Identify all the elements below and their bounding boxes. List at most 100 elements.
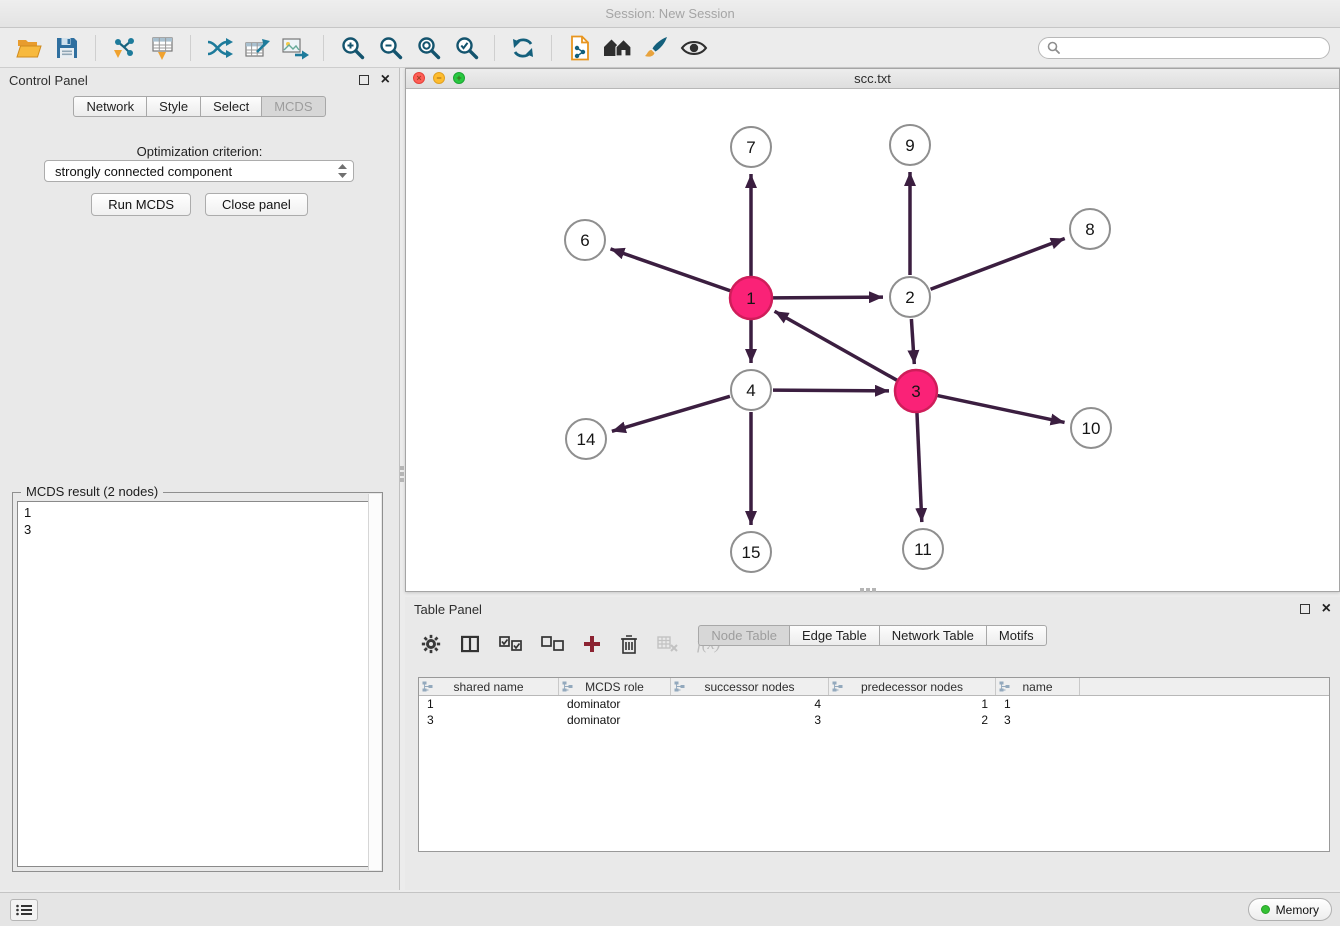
graphics-details-button[interactable] <box>564 32 596 64</box>
search-box[interactable] <box>1038 37 1330 59</box>
save-session-button[interactable] <box>51 32 83 64</box>
memory-label: Memory <box>1276 903 1319 917</box>
graph-node-3[interactable]: 3 <box>895 370 937 412</box>
mcds-buttons: Run MCDS Close panel <box>0 193 399 216</box>
new-network-button[interactable] <box>203 32 235 64</box>
mcds-result-box: MCDS result (2 nodes) 1 3 <box>12 492 383 872</box>
graph-edge-2-8[interactable] <box>931 239 1065 290</box>
window-controls: × − + <box>413 72 465 84</box>
tab-network[interactable]: Network <box>73 96 147 117</box>
network-graph[interactable]: 7 9 6 8 1 2 4 3 14 10 15 11 <box>406 89 1339 591</box>
import-network-icon <box>111 35 137 61</box>
open-folder-icon <box>16 36 42 60</box>
network-canvas[interactable]: 7 9 6 8 1 2 4 3 14 10 15 11 <box>406 89 1339 591</box>
close-panel-icon[interactable]: × <box>1322 604 1331 614</box>
network-overview-button[interactable] <box>602 32 634 64</box>
show-hide-button[interactable] <box>678 32 710 64</box>
app-titlebar: Session: New Session <box>0 0 1340 28</box>
svg-text:11: 11 <box>914 540 932 559</box>
svg-text:6: 6 <box>580 231 589 250</box>
svg-text:10: 10 <box>1082 419 1101 438</box>
svg-text:1: 1 <box>746 289 755 308</box>
graph-edge-4-14[interactable] <box>612 396 730 431</box>
import-table-button[interactable] <box>146 32 178 64</box>
search-input[interactable] <box>1065 41 1321 55</box>
optimization-dropdown[interactable]: strongly connected component <box>44 160 354 182</box>
svg-text:14: 14 <box>577 430 596 449</box>
graph-edge-3-11[interactable] <box>917 413 922 522</box>
run-mcds-button[interactable]: Run MCDS <box>91 193 191 216</box>
zoom-selected-icon <box>454 35 479 60</box>
mcds-result-title: MCDS result (2 nodes) <box>21 484 163 499</box>
zoom-in-icon <box>340 35 365 60</box>
graph-node-4[interactable]: 4 <box>731 370 771 410</box>
graph-node-9[interactable]: 9 <box>890 125 930 165</box>
svg-text:3: 3 <box>911 382 920 401</box>
close-panel-button[interactable]: Close panel <box>205 193 308 216</box>
graph-node-15[interactable]: 15 <box>731 532 771 572</box>
export-table-button[interactable] <box>241 32 273 64</box>
svg-text:8: 8 <box>1085 220 1094 239</box>
svg-text:2: 2 <box>905 288 914 307</box>
zoom-fit-icon <box>416 35 441 60</box>
control-panel-header: Control Panel × <box>0 68 399 92</box>
toolbar-separator <box>494 35 495 61</box>
tab-mcds[interactable]: MCDS <box>261 96 325 117</box>
network-window-titlebar[interactable]: × − + scc.txt <box>406 69 1339 89</box>
minimize-window-icon[interactable]: − <box>433 72 445 84</box>
zoom-window-icon[interactable]: + <box>453 72 465 84</box>
network-window: × − + scc.txt 7 9 6 8 1 2 4 3 14 10 15 11 <box>405 68 1340 592</box>
table-tab-network-table[interactable]: Network Table <box>879 625 987 646</box>
splitter-handle-vertical[interactable] <box>400 466 404 482</box>
open-session-button[interactable] <box>13 32 45 64</box>
graph-edge-2-3[interactable] <box>911 319 914 364</box>
task-history-button[interactable] <box>10 899 38 921</box>
export-image-button[interactable] <box>279 32 311 64</box>
graph-edge-3-10[interactable] <box>938 396 1065 423</box>
graph-edge-4-3[interactable] <box>773 390 889 391</box>
graph-edge-1-2[interactable] <box>773 297 883 298</box>
close-panel-icon[interactable]: × <box>381 75 390 85</box>
table-panel-title: Table Panel <box>414 602 482 617</box>
refresh-icon <box>510 35 536 61</box>
list-icon <box>16 904 32 916</box>
graph-node-10[interactable]: 10 <box>1071 408 1111 448</box>
graph-edge-3-1[interactable] <box>775 311 897 380</box>
svg-text:7: 7 <box>746 138 755 157</box>
style-button[interactable] <box>640 32 672 64</box>
apply-layout-button[interactable] <box>507 32 539 64</box>
result-scrollbar[interactable] <box>368 494 381 870</box>
close-window-icon[interactable]: × <box>413 72 425 84</box>
import-network-button[interactable] <box>108 32 140 64</box>
graph-node-1[interactable]: 1 <box>730 277 772 319</box>
table-tab-motifs[interactable]: Motifs <box>986 625 1047 646</box>
zoom-out-button[interactable] <box>374 32 406 64</box>
float-panel-icon[interactable] <box>1300 604 1310 614</box>
table-tab-node-table[interactable]: Node Table <box>698 625 790 646</box>
zoom-selected-button[interactable] <box>450 32 482 64</box>
graph-node-11[interactable]: 11 <box>903 529 943 569</box>
graph-node-6[interactable]: 6 <box>565 220 605 260</box>
tab-select[interactable]: Select <box>200 96 262 117</box>
graph-node-7[interactable]: 7 <box>731 127 771 167</box>
document-network-icon <box>568 35 592 61</box>
toolbar-separator <box>323 35 324 61</box>
graph-node-8[interactable]: 8 <box>1070 209 1110 249</box>
control-panel-tabs: NetworkStyleSelectMCDS <box>0 96 399 117</box>
memory-button[interactable]: Memory <box>1248 898 1332 921</box>
graph-node-14[interactable]: 14 <box>566 419 606 459</box>
export-image-icon <box>281 35 309 61</box>
toolbar-separator <box>551 35 552 61</box>
optimization-label: Optimization criterion: <box>0 144 399 159</box>
zoom-fit-button[interactable] <box>412 32 444 64</box>
table-panel-tabs: Node TableEdge TableNetwork TableMotifs <box>405 625 1340 884</box>
paintbrush-icon <box>643 35 669 61</box>
graph-node-2[interactable]: 2 <box>890 277 930 317</box>
zoom-in-button[interactable] <box>336 32 368 64</box>
status-bar: Memory <box>0 892 1340 926</box>
tab-style[interactable]: Style <box>146 96 201 117</box>
graph-edge-1-6[interactable] <box>610 249 730 291</box>
table-tab-edge-table[interactable]: Edge Table <box>789 625 880 646</box>
splitter-handle-horizontal[interactable] <box>860 588 876 592</box>
float-panel-icon[interactable] <box>359 75 369 85</box>
